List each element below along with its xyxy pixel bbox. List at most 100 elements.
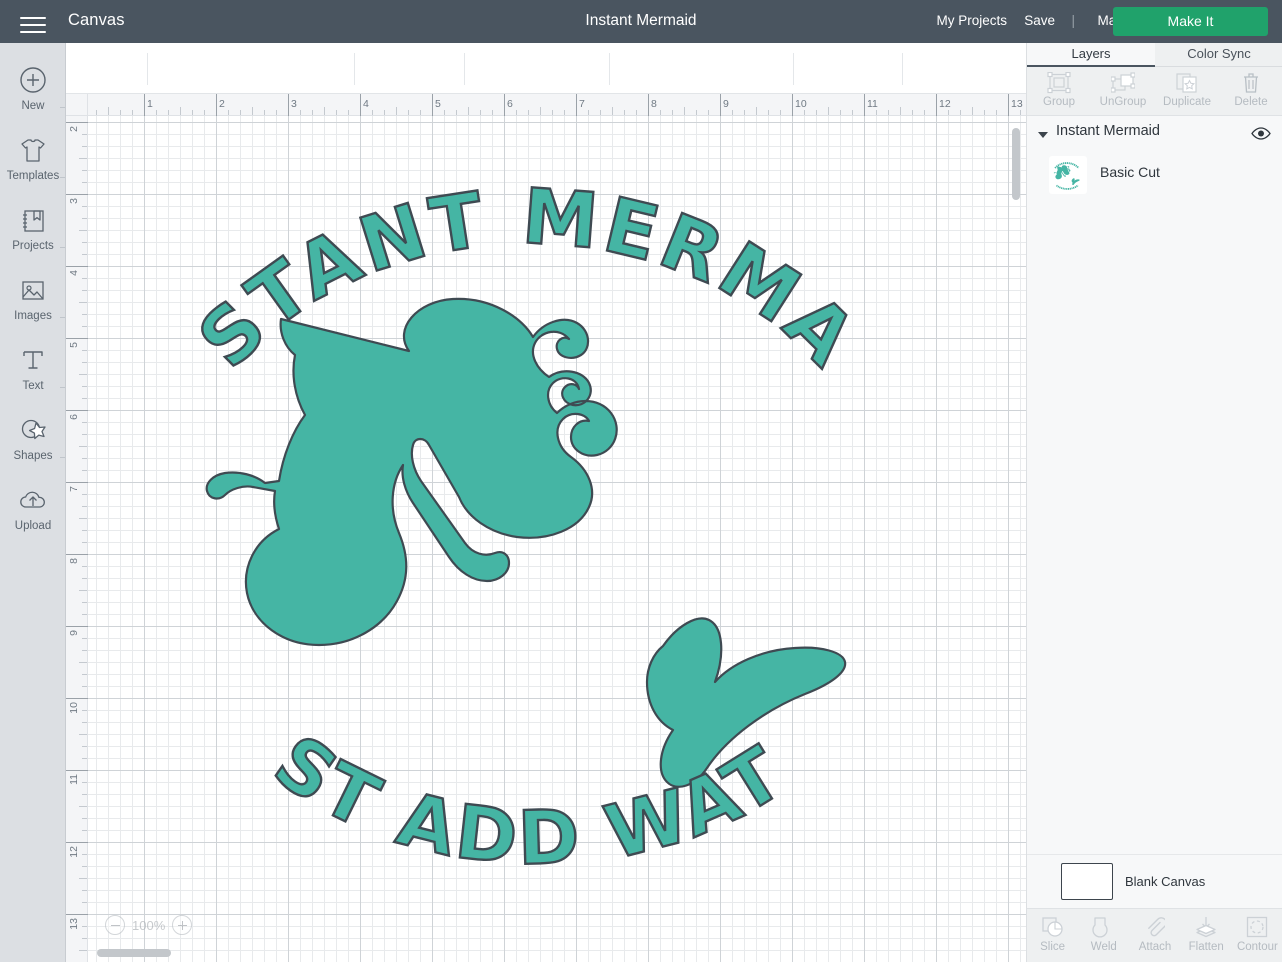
duplicate-button[interactable]: Duplicate — [1155, 67, 1219, 115]
ruler-h-label: 3 — [291, 98, 297, 110]
tab-color-sync[interactable]: Color Sync — [1155, 43, 1282, 67]
ruler-v-major-tick — [66, 554, 88, 555]
mermaid-silhouette[interactable] — [205, 297, 847, 788]
ruler-v-minor-tick — [82, 758, 87, 759]
ruler-v-minor-tick — [79, 878, 87, 879]
group-button[interactable]: Group — [1027, 67, 1091, 115]
ruler-v-minor-tick — [79, 518, 87, 519]
canvas-horizontal-scrollbar[interactable] — [97, 949, 171, 957]
ruler-v-major-tick — [66, 122, 88, 123]
tab-layers[interactable]: Layers — [1027, 43, 1155, 67]
ruler-v-minor-tick — [79, 950, 87, 951]
ruler-h-major-tick — [144, 94, 145, 116]
ruler-v-minor-tick — [82, 398, 87, 399]
ruler-v-minor-tick — [82, 602, 87, 603]
ruler-h-minor-tick — [516, 110, 517, 115]
material-swatch[interactable] — [1061, 863, 1113, 900]
ruler-h-label: 7 — [579, 98, 585, 110]
weld-button[interactable]: Weld — [1078, 909, 1129, 962]
layer-group-row[interactable]: Instant Mermaid — [1027, 120, 1282, 150]
sidebar-item-templates[interactable]: Templates — [0, 133, 66, 182]
design-artwork[interactable]: INSTANT MERMAID JUST ADD WATER — [88, 116, 1026, 962]
ruler-h-minor-tick — [192, 110, 193, 115]
ruler-h-minor-tick — [588, 110, 589, 115]
ruler-h-minor-tick — [600, 110, 601, 115]
ruler-h-minor-tick — [960, 110, 961, 115]
ruler-h-label: 6 — [507, 98, 513, 110]
sidebar-item-projects[interactable]: Projects — [0, 203, 66, 252]
sidebar-label-projects: Projects — [12, 240, 54, 252]
ruler-v-minor-tick — [82, 902, 87, 903]
ruler-v-minor-tick — [79, 806, 87, 807]
ruler-h-minor-tick — [612, 107, 613, 115]
canvas-vertical-scrollbar[interactable] — [1012, 128, 1020, 200]
ruler-v-minor-tick — [82, 506, 87, 507]
contour-button[interactable]: Contour — [1232, 909, 1282, 962]
ruler-v-minor-tick — [82, 722, 87, 723]
layer-row[interactable]: Basic Cut — [1027, 152, 1282, 198]
ruler-h-minor-tick — [372, 110, 373, 115]
canvas-grid[interactable]: INSTANT MERMAID JUST ADD WATER — [88, 116, 1026, 962]
ruler-h-minor-tick — [132, 110, 133, 115]
sidebar-label-upload: Upload — [14, 520, 52, 532]
caret-down-icon[interactable] — [1038, 132, 1048, 138]
slice-label: Slice — [1040, 941, 1066, 953]
ruler-v-minor-tick — [82, 470, 87, 471]
picture-icon — [0, 273, 66, 307]
ruler-h-minor-tick — [636, 110, 637, 115]
ruler-h-major-tick — [864, 94, 865, 116]
ruler-v-minor-tick — [79, 446, 87, 447]
sidebar-item-new[interactable]: New — [0, 63, 66, 112]
zoom-in-button[interactable] — [172, 915, 193, 935]
duplicate-label: Duplicate — [1163, 96, 1211, 108]
ruler-v-label: 9 — [68, 630, 80, 636]
layer-action-toolbar: Group UnGroup Duplicate Delete — [1027, 67, 1282, 116]
make-it-button[interactable]: Make It — [1113, 7, 1268, 36]
right-panel: Layers Color Sync Group UnGroup Duplicat… — [1026, 43, 1282, 962]
slice-button[interactable]: Slice — [1027, 909, 1078, 962]
attach-label: Attach — [1138, 941, 1172, 953]
ruler-v-label: 13 — [68, 918, 80, 930]
ruler-h-minor-tick — [756, 107, 757, 115]
ruler-v-minor-tick — [82, 686, 87, 687]
flatten-icon — [1181, 915, 1232, 939]
canvas-area[interactable]: INSTANT MERMAID JUST ADD WATER 123456789… — [66, 94, 1026, 962]
flatten-button[interactable]: Flatten — [1181, 909, 1232, 962]
ruler-h-minor-tick — [312, 110, 313, 115]
ruler-v-minor-tick — [82, 170, 87, 171]
layer-thumbnail — [1049, 156, 1087, 194]
contour-icon — [1232, 915, 1282, 939]
sidebar-label-text: Text — [22, 380, 44, 392]
ruler-h-minor-tick — [420, 110, 421, 115]
my-projects-link[interactable]: My Projects — [936, 13, 1007, 28]
sidebar-item-text[interactable]: Text — [0, 343, 66, 392]
save-button[interactable]: Save — [1024, 13, 1055, 28]
ruler-v-minor-tick — [79, 734, 87, 735]
attach-button[interactable]: Attach — [1129, 909, 1180, 962]
ruler-h-major-tick — [576, 94, 577, 116]
ruler-v-minor-tick — [82, 206, 87, 207]
ruler-h-major-tick — [360, 94, 361, 116]
ungroup-button[interactable]: UnGroup — [1091, 67, 1155, 115]
ruler-v-minor-tick — [82, 242, 87, 243]
ruler-v-label: 11 — [68, 774, 80, 785]
eye-icon[interactable] — [1251, 126, 1271, 141]
ruler-v-label: 10 — [68, 702, 80, 714]
slice-icon — [1027, 915, 1078, 939]
ruler-v-minor-tick — [82, 254, 87, 255]
ruler-v-label: 8 — [68, 558, 80, 564]
ruler-v-minor-tick — [82, 530, 87, 531]
sidebar-item-images[interactable]: Images — [0, 273, 66, 322]
ruler-h-minor-tick — [228, 110, 229, 115]
group-icon — [1027, 71, 1091, 95]
sidebar-item-upload[interactable]: Upload — [0, 483, 66, 532]
sidebar-item-shapes[interactable]: Shapes — [0, 413, 66, 462]
delete-button[interactable]: Delete — [1219, 67, 1282, 115]
ruler-v-minor-tick — [82, 854, 87, 855]
ruler-v-minor-tick — [82, 458, 87, 459]
document-title: Instant Mermaid — [585, 12, 697, 29]
ruler-h-minor-tick — [948, 110, 949, 115]
ruler-h-minor-tick — [888, 110, 889, 115]
ruler-h-minor-tick — [984, 110, 985, 115]
zoom-out-button[interactable] — [105, 915, 125, 935]
